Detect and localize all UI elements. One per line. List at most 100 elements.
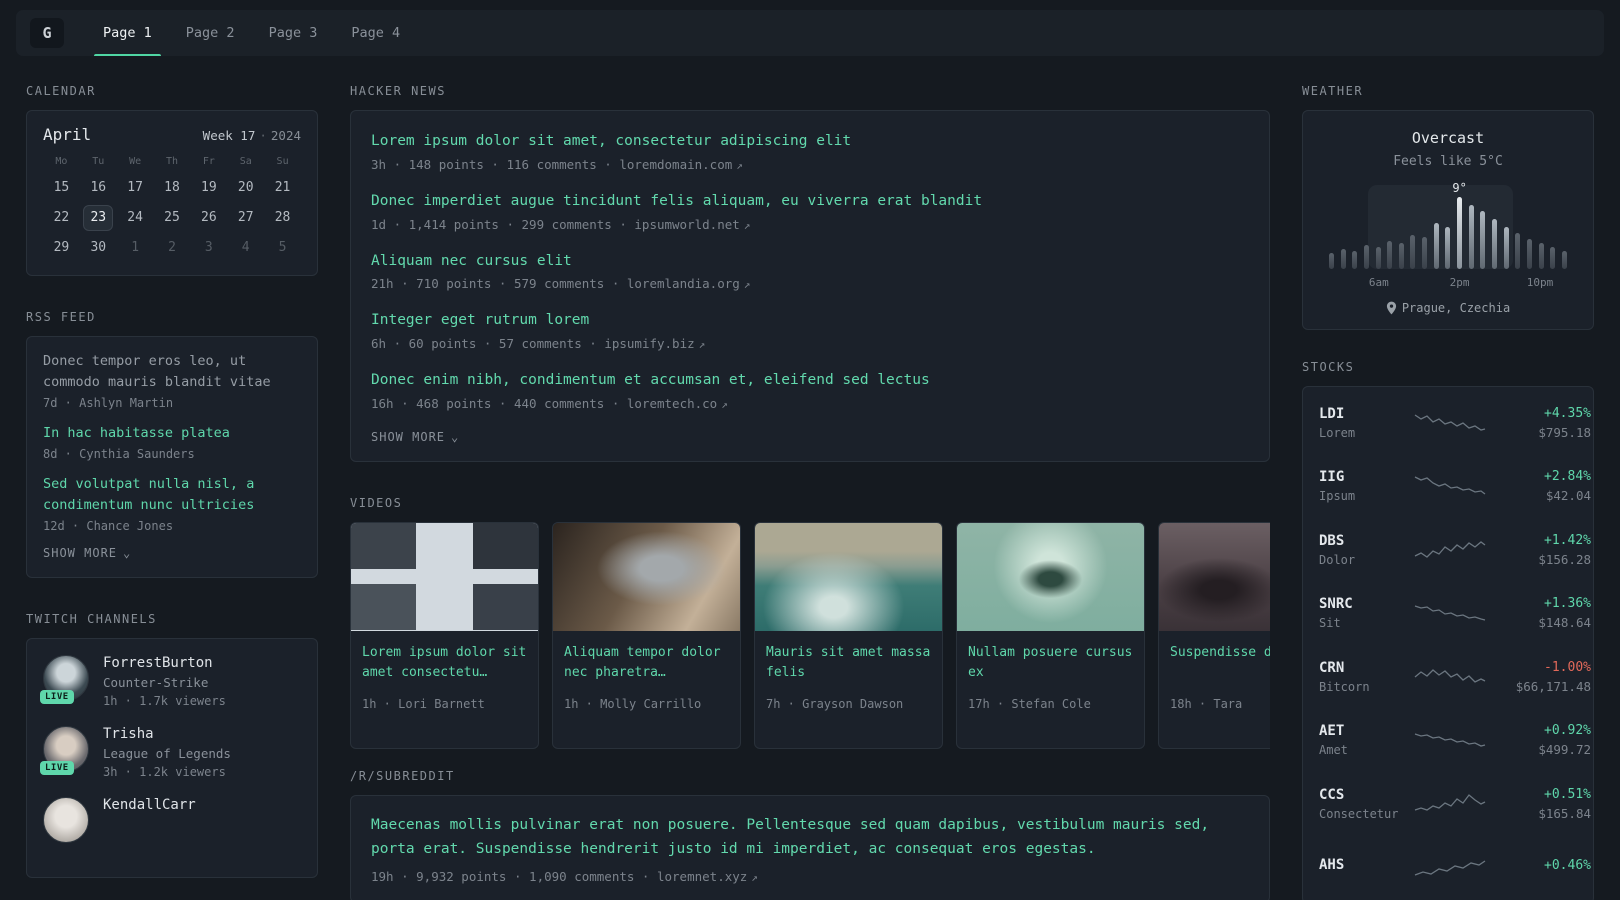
video-title[interactable]: Aliquam tempor dolor nec pharetra…: [564, 643, 729, 684]
hn-item-domain-link[interactable]: loremtech.co ↗: [627, 396, 728, 411]
avatar[interactable]: [43, 796, 89, 843]
right-column: WEATHER Overcast Feels like 5°C 9° 6am 2…: [1302, 84, 1594, 900]
videos-section: VIDEOS Lorem ipsum dolor sit amet consec…: [350, 496, 1270, 749]
calendar-week-info: Week 17 · 2024: [203, 128, 301, 143]
weather-hour-label: 2pm: [1449, 276, 1470, 289]
video-title[interactable]: Mauris sit amet massa felis: [766, 643, 931, 684]
calendar-day: 25: [164, 210, 180, 225]
twitch-channel-row[interactable]: KendallCarr: [43, 796, 301, 843]
subreddit-post-title[interactable]: Maecenas mollis pulvinar erat non posuer…: [371, 814, 1249, 862]
hn-item-domain-link[interactable]: loremdomain.com ↗: [619, 157, 743, 172]
rss-show-more-button[interactable]: SHOW MORE ⌄: [43, 546, 131, 560]
video-title[interactable]: Suspendisse diam: [1170, 643, 1270, 684]
hn-item-title[interactable]: Donec enim nibh, condimentum et accumsan…: [371, 370, 1249, 392]
twitch-channel-name[interactable]: Trisha: [103, 726, 231, 742]
calendar-section: CALENDAR April Week 17 · 2024 Mo Tu We Th …: [26, 84, 318, 276]
hn-item-meta: 16h · 468 points · 440 comments · loremt…: [371, 396, 1249, 411]
twitch-channel-category: League of Legends: [103, 745, 231, 761]
hn-item-title[interactable]: Donec imperdiet augue tincidunt felis al…: [371, 191, 1249, 213]
stock-values: +0.92% $499.72: [1487, 723, 1591, 757]
video-title[interactable]: Nullam posuere cursus ex: [968, 643, 1133, 684]
video-thumbnail: [957, 522, 1144, 631]
calendar-day: 17: [127, 180, 143, 195]
stock-sparkline: [1413, 473, 1487, 499]
external-link-icon: ↗: [743, 218, 751, 232]
hn-item-stats: 1d · 1,414 points · 299 comments ·: [371, 216, 627, 232]
tab-page-4[interactable]: Page 4: [334, 10, 417, 56]
calendar-day-header: Su: [276, 156, 289, 167]
live-badge: LIVE: [40, 689, 74, 704]
stock-change: +1.42%: [1544, 532, 1591, 548]
video-card[interactable]: Mauris sit amet massa felis 7h · Grayson…: [754, 521, 943, 749]
weather-bar: [1550, 247, 1556, 269]
calendar-week-label: Week 17: [202, 128, 256, 143]
middle-column: HACKER NEWS Lorem ipsum dolor sit amet, …: [350, 84, 1270, 900]
rss-item-title[interactable]: In hac habitasse platea: [43, 423, 301, 444]
weather-bar: [1387, 241, 1393, 269]
twitch-channel-row[interactable]: LIVE ForrestBurton Counter-Strike 1h · 1…: [40, 654, 301, 708]
avatar[interactable]: LIVE: [40, 654, 89, 704]
weather-bar: [1340, 249, 1346, 269]
hn-item: Lorem ipsum dolor sit amet, consectetur …: [371, 131, 1249, 172]
left-column: CALENDAR April Week 17 · 2024 Mo Tu We Th …: [26, 84, 318, 900]
hn-item: Donec enim nibh, condimentum et accumsan…: [371, 370, 1249, 411]
calendar-day: 21: [274, 180, 291, 195]
calendar-day: 16: [90, 180, 107, 195]
tab-page-3[interactable]: Page 3: [252, 10, 335, 56]
video-card-body: Lorem ipsum dolor sit amet consectetu… 1…: [351, 631, 538, 723]
calendar-day: 20: [237, 180, 254, 195]
rss-item-title[interactable]: Donec tempor eros leo, ut commodo mauris…: [43, 351, 301, 393]
subreddit-post-stats: 19h · 9,932 points · 1,090 comments ·: [371, 868, 650, 884]
calendar-grid: Mo Tu We Th Fr Sa Su 15 16 17 18 19 20 2…: [43, 156, 301, 261]
stock-symbol: SNRC: [1319, 596, 1353, 613]
stock-change: -1.00%: [1544, 659, 1591, 675]
rss-item-title[interactable]: Sed volutpat nulla nisl, a condimentum n…: [43, 474, 301, 516]
weather-bar: [1468, 205, 1474, 269]
calendar-separator: ·: [259, 128, 267, 143]
hn-item-title[interactable]: Integer eget rutrum lorem: [371, 310, 1249, 332]
hn-item: Aliquam nec cursus elit 21h · 710 points…: [371, 251, 1249, 292]
calendar-day-selected: 23: [83, 205, 114, 231]
video-card-body: Nullam posuere cursus ex 17h · Stefan Co…: [957, 631, 1144, 723]
stock-id: LDI Lorem: [1319, 406, 1413, 440]
video-card[interactable]: Aliquam tempor dolor nec pharetra… 1h · …: [552, 521, 741, 749]
hn-item-meta: 1d · 1,414 points · 299 comments · ipsum…: [371, 217, 1249, 232]
stocks-section-title: STOCKS: [1302, 360, 1355, 374]
calendar-day: 22: [53, 210, 70, 225]
weather-bar: [1561, 251, 1567, 269]
video-thumbnail: [351, 522, 538, 631]
weather-bar: [1503, 227, 1509, 269]
twitch-card: LIVE ForrestBurton Counter-Strike 1h · 1…: [26, 637, 318, 878]
app-logo[interactable]: G: [30, 18, 64, 48]
videos-section-title: VIDEOS: [350, 495, 403, 510]
hn-item-title[interactable]: Aliquam nec cursus elit: [371, 251, 1249, 273]
weather-bar: [1363, 245, 1369, 269]
tab-page-2[interactable]: Page 2: [169, 10, 252, 56]
hn-item-domain-link[interactable]: ipsumworld.net ↗: [634, 217, 750, 232]
video-title[interactable]: Lorem ipsum dolor sit amet consectetu…: [362, 643, 527, 684]
subreddit-domain-link[interactable]: loremnet.xyz ↗: [657, 869, 758, 884]
live-badge: LIVE: [40, 760, 74, 775]
video-card[interactable]: Lorem ipsum dolor sit amet consectetu… 1…: [350, 521, 539, 749]
video-card[interactable]: Nullam posuere cursus ex 17h · Stefan Co…: [956, 521, 1145, 749]
calendar-day: 4: [241, 240, 250, 255]
hn-item-title[interactable]: Lorem ipsum dolor sit amet, consectetur …: [371, 131, 1249, 153]
twitch-channel-name[interactable]: ForrestBurton: [103, 655, 226, 671]
rss-show-more-label: SHOW MORE: [43, 545, 118, 560]
weather-condition: Overcast: [1411, 129, 1485, 147]
hn-show-more-button[interactable]: SHOW MORE ⌄: [371, 430, 459, 444]
video-card[interactable]: Suspendisse diam 18h · Tara: [1158, 521, 1270, 749]
hn-item-domain-link[interactable]: ipsumify.biz ↗: [604, 336, 705, 351]
stock-id: CRN Bitcorn: [1319, 660, 1413, 694]
calendar-day-header: We: [129, 156, 142, 167]
tab-page-1[interactable]: Page 1: [86, 10, 169, 56]
hn-item: Integer eget rutrum lorem 6h · 60 points…: [371, 310, 1249, 351]
weather-hour-label: 10pm: [1526, 276, 1554, 289]
avatar[interactable]: LIVE: [40, 725, 89, 775]
rss-section-title: RSS FEED: [26, 310, 96, 324]
twitch-channel-name[interactable]: KendallCarr: [103, 797, 196, 813]
weather-bar: [1445, 227, 1451, 269]
hn-item-domain-link[interactable]: loremlandia.org ↗: [627, 276, 751, 291]
twitch-channel-row[interactable]: LIVE Trisha League of Legends 3h · 1.2k …: [40, 725, 301, 779]
stock-price: $66,171.48: [1515, 678, 1591, 694]
